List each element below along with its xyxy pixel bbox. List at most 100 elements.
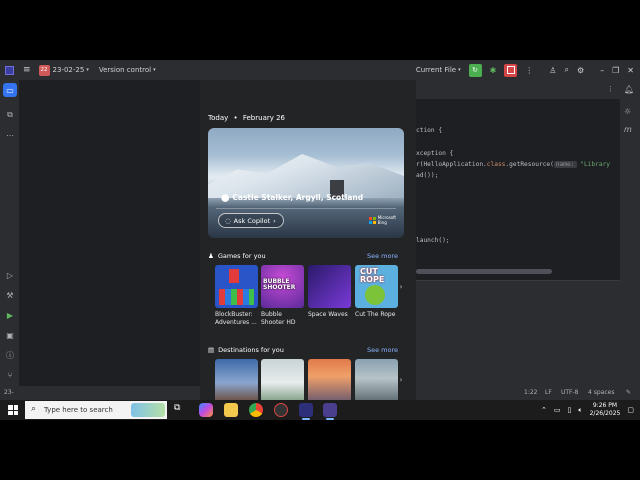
games-see-more-link[interactable]: See more xyxy=(367,252,398,260)
game-card-cut-the-rope[interactable]: CUT ROPE xyxy=(355,265,398,308)
task-view-icon[interactable]: ⧉ xyxy=(174,403,188,417)
destinations-section-header: ▤ Destinations for you See more xyxy=(208,346,398,354)
mountain-image xyxy=(208,154,404,198)
minimize-icon[interactable]: – xyxy=(600,66,604,75)
games-title: Games for you xyxy=(217,252,266,260)
notification-center-icon[interactable]: ▢ xyxy=(627,406,634,414)
chevron-right-icon: › xyxy=(273,216,276,225)
taskbar-search-input[interactable]: ⌕ Type here to search xyxy=(25,401,167,419)
file-encoding[interactable]: UTF-8 xyxy=(561,389,579,396)
indent-setting[interactable]: 4 spaces xyxy=(588,389,614,396)
vcs-label: Version control xyxy=(98,66,152,74)
copilot-icon[interactable]: ☼ xyxy=(624,107,631,116)
destination-card[interactable] xyxy=(215,359,258,402)
close-icon[interactable]: ✕ xyxy=(627,66,634,75)
game-label[interactable]: Bubble Shooter HD xyxy=(261,311,307,326)
problems-icon[interactable]: ⓘ xyxy=(3,348,17,362)
suitcase-icon: ▤ xyxy=(208,346,215,354)
search-highlight-image xyxy=(131,403,165,417)
widgets-date: Today • February 26 xyxy=(208,114,286,122)
ask-copilot-button[interactable]: ◌ Ask Copilot › xyxy=(218,213,284,228)
restore-icon[interactable]: ❐ xyxy=(612,66,619,75)
rerun-icon[interactable]: ↻ xyxy=(468,63,482,77)
chevron-down-icon: ▾ xyxy=(458,67,461,73)
line-separator[interactable]: LF xyxy=(545,389,552,396)
game-card-space-waves[interactable] xyxy=(308,265,351,308)
game-label[interactable]: BlockBuster: Adventures ... xyxy=(215,311,261,326)
code-line: ction { xyxy=(416,127,443,134)
widgets-panel: Today • February 26 ⬤ Castle Stalker, Ar… xyxy=(200,80,416,402)
game-card-bubble-shooter[interactable]: BUBBLE SHOOTER xyxy=(261,265,304,308)
game-label[interactable]: Space Waves xyxy=(308,311,354,319)
copilot-app-icon[interactable] xyxy=(199,403,213,417)
search-icon: ⌕ xyxy=(31,404,37,414)
code-line: r(HelloApplication.class.getResource(nam… xyxy=(416,161,611,168)
intellij-app-icon[interactable] xyxy=(299,403,313,420)
taskbar-clock[interactable]: 9:26 PM 2/26/2025 xyxy=(590,402,621,418)
run-tool-icon[interactable]: ▷ xyxy=(3,268,17,282)
gear-icon[interactable]: ⚙ xyxy=(577,66,584,75)
stop-button[interactable] xyxy=(504,63,518,77)
ide-title-bar: ≡ 22 23-02-25 ▾ Version control ▾ Curren… xyxy=(0,60,640,80)
chrome-icon[interactable] xyxy=(249,403,263,417)
editor-options-icon[interactable]: ⋮ xyxy=(607,85,614,93)
vcs-selector[interactable]: Version control ▾ xyxy=(99,66,156,74)
status-breadcrumb[interactable]: 23- xyxy=(4,389,14,396)
maven-icon[interactable]: m xyxy=(624,125,632,134)
destinations-next-arrow-icon[interactable]: › xyxy=(397,370,405,390)
build-icon[interactable]: ⚒ xyxy=(3,288,17,302)
volume-icon[interactable]: 🔈︎ xyxy=(578,406,582,415)
bottom-tool-panel xyxy=(416,280,620,386)
games-next-arrow-icon[interactable]: › xyxy=(397,277,405,297)
main-menu-icon[interactable]: ≡ xyxy=(23,65,31,75)
network-icon[interactable]: ▯ xyxy=(568,406,572,414)
destination-card[interactable] xyxy=(308,359,351,402)
edit-icon[interactable]: ✎ xyxy=(626,389,631,396)
code-line: xception { xyxy=(416,150,454,157)
recorder-app-icon[interactable] xyxy=(274,403,288,417)
services-icon[interactable]: ▶ xyxy=(3,308,17,322)
chat-icon: ◌ xyxy=(225,216,231,225)
destination-card[interactable] xyxy=(355,359,398,402)
more-horizontal-icon[interactable]: ⋯ xyxy=(3,128,17,142)
run-config-selector[interactable]: Current File ▾ xyxy=(416,66,461,74)
game-card-blockbuster[interactable] xyxy=(215,265,258,308)
microsoft-bing-logo: Microsoft Bing xyxy=(368,215,396,225)
windows-start-icon[interactable] xyxy=(8,405,18,415)
folder-icon[interactable]: ▭ xyxy=(3,83,17,97)
hero-image-card[interactable]: ⬤ Castle Stalker, Argyll, Scotland ◌ Ask… xyxy=(208,128,404,238)
code-line: launch(); xyxy=(416,237,450,244)
debug-icon[interactable]: ✱ xyxy=(490,66,497,75)
project-badge: 22 xyxy=(38,64,50,76)
hero-divider xyxy=(216,208,396,209)
file-explorer-icon[interactable] xyxy=(224,403,238,417)
hero-location[interactable]: ⬤ Castle Stalker, Argyll, Scotland xyxy=(221,193,363,202)
caret-position[interactable]: 1:22 xyxy=(524,389,537,396)
chevron-up-icon[interactable]: ⌃ xyxy=(541,406,547,414)
user-icon[interactable]: ♙ xyxy=(549,66,556,75)
game-label[interactable]: Cut The Rope xyxy=(355,311,401,319)
code-line: ad()); xyxy=(416,172,439,179)
ide-logo-icon[interactable] xyxy=(5,65,14,75)
run-config-label: Current File xyxy=(415,66,457,74)
battery-icon[interactable]: ▭ xyxy=(554,406,561,414)
destination-card[interactable] xyxy=(261,359,304,402)
project-name: 23-02-25 xyxy=(52,66,85,74)
search-icon[interactable]: ⌕ xyxy=(564,65,568,75)
editor-tab-strip: ⋮ xyxy=(416,80,620,100)
git-icon[interactable]: ⑂ xyxy=(3,368,17,382)
project-selector[interactable]: 22 23-02-25 ▾ xyxy=(38,64,89,76)
java-app-icon[interactable] xyxy=(323,403,337,420)
editor-horizontal-scrollbar[interactable] xyxy=(416,269,552,274)
terminal-icon[interactable]: ▣ xyxy=(3,328,17,342)
notifications-icon[interactable]: 🔔︎ xyxy=(624,85,634,94)
structure-icon[interactable]: ⧉ xyxy=(3,108,17,122)
system-tray: ⌃ ▭ ▯ 🔈︎ 9:26 PM 2/26/2025 ▢ xyxy=(541,400,634,420)
destinations-see-more-link[interactable]: See more xyxy=(367,346,398,354)
more-vertical-icon[interactable]: ⋮ xyxy=(525,66,533,75)
location-pin-icon: ⬤ xyxy=(221,193,230,202)
windows-taskbar: ⌕ Type here to search ⧉ ⌃ ▭ ▯ 🔈︎ 9:26 PM… xyxy=(0,400,640,420)
left-tool-strip: ▭ ⧉ ⋯ ▷ ⚒ ▶ ▣ ⓘ ⑂ xyxy=(0,80,20,400)
chevron-down-icon: ▾ xyxy=(153,67,156,73)
right-tool-strip: 🔔︎ ☼ m xyxy=(620,80,640,400)
